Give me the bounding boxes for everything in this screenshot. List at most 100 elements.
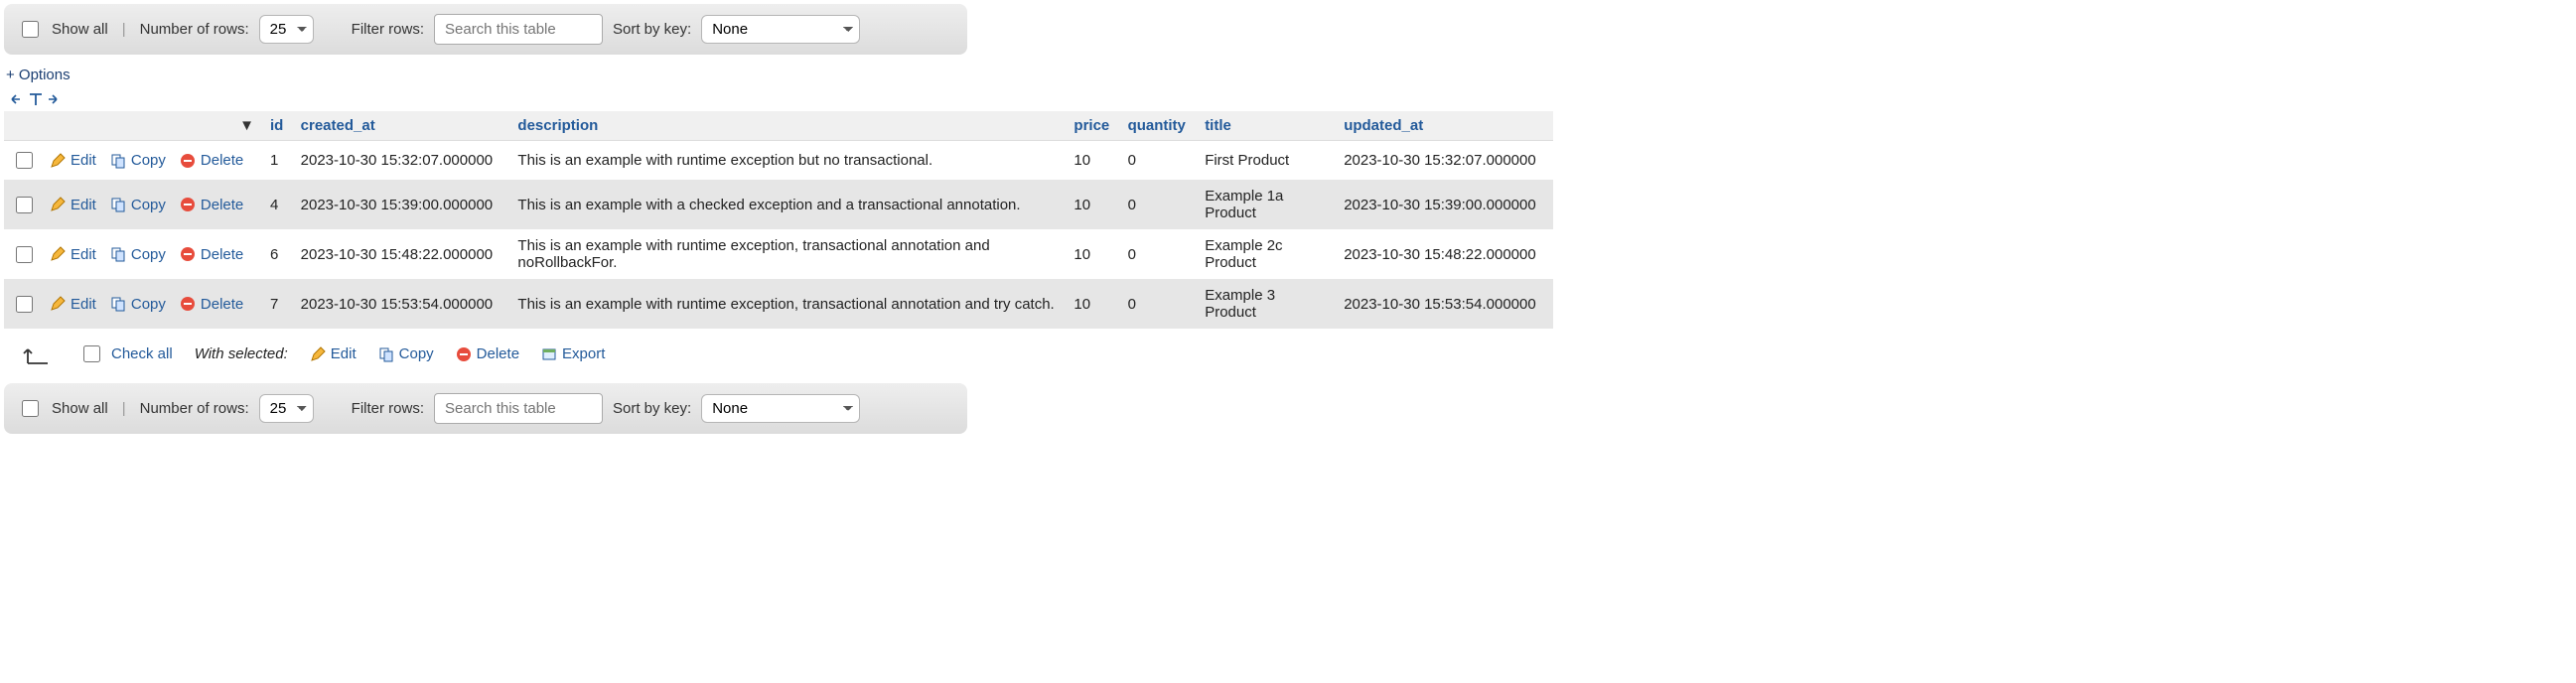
edit-button[interactable]: Edit (50, 296, 96, 313)
edit-button[interactable]: Edit (50, 246, 96, 263)
bulk-delete-button[interactable]: Delete (456, 345, 519, 362)
delete-label: Delete (201, 296, 243, 313)
copy-button[interactable]: Copy (110, 152, 166, 169)
options-toggle[interactable]: + Options (6, 67, 71, 83)
edit-button[interactable]: Edit (50, 197, 96, 213)
bulk-edit-label: Edit (331, 345, 357, 362)
separator: | (122, 21, 126, 38)
move-left-icon[interactable] (10, 91, 26, 107)
show-all-checkbox-bottom[interactable] (22, 400, 39, 417)
copy-button[interactable]: Copy (110, 197, 166, 213)
col-created-at[interactable]: created_at (293, 111, 510, 141)
table-row: Edit Copy Delete 12023-10-30 15:32:07.00000… (4, 141, 1553, 181)
top-toolbar: Show all | Number of rows: 25 Filter row… (4, 4, 967, 55)
sort-label-bottom: Sort by key: (613, 400, 691, 417)
delete-label: Delete (201, 197, 243, 213)
bulk-export-label: Export (562, 345, 605, 362)
cell-price: 10 (1066, 141, 1119, 181)
delete-button[interactable]: Delete (180, 197, 243, 213)
bulk-export-button[interactable]: Export (541, 345, 605, 362)
cell-created-at: 2023-10-30 15:32:07.000000 (293, 141, 510, 181)
cell-id: 6 (262, 229, 293, 279)
row-checkbox[interactable] (16, 197, 33, 213)
sort-label: Sort by key: (613, 21, 691, 38)
copy-label: Copy (131, 296, 166, 313)
pencil-icon (50, 296, 66, 312)
cell-id: 1 (262, 141, 293, 181)
rows-label-bottom: Number of rows: (140, 400, 249, 417)
delete-button[interactable]: Delete (180, 296, 243, 313)
copy-icon (110, 197, 126, 212)
filter-input-bottom[interactable] (434, 393, 603, 424)
pencil-icon (50, 153, 66, 169)
bottom-toolbar: Show all | Number of rows: 25 Filter row… (4, 383, 967, 434)
sort-select-bottom[interactable]: None (701, 394, 860, 423)
edit-label: Edit (71, 296, 96, 313)
export-icon (541, 346, 557, 362)
sort-indicator-icon[interactable]: ▼ (239, 117, 254, 134)
col-description[interactable]: description (509, 111, 1066, 141)
rows-label: Number of rows: (140, 21, 249, 38)
edit-label: Edit (71, 246, 96, 263)
cell-description: This is an example with a checked except… (509, 180, 1066, 229)
delete-icon (456, 346, 472, 362)
rows-select-bottom[interactable]: 25 (259, 394, 314, 423)
copy-icon (110, 296, 126, 312)
row-checkbox[interactable] (16, 246, 33, 263)
cell-quantity: 0 (1120, 180, 1198, 229)
copy-icon (378, 346, 394, 362)
edit-label: Edit (71, 152, 96, 169)
cell-title: Example 3 Product (1197, 279, 1336, 329)
bulk-edit-button[interactable]: Edit (310, 345, 357, 362)
table-header-row: ▼ id created_at description price quanti… (4, 111, 1553, 141)
cell-price: 10 (1066, 180, 1119, 229)
delete-icon (180, 246, 196, 262)
check-all-checkbox[interactable] (83, 345, 100, 362)
delete-button[interactable]: Delete (180, 152, 243, 169)
col-quantity[interactable]: quantity (1120, 111, 1198, 141)
t-icon[interactable] (28, 91, 44, 107)
sort-select-top[interactable]: None (701, 15, 860, 44)
filter-label: Filter rows: (352, 21, 424, 38)
col-title[interactable]: title (1197, 111, 1336, 141)
col-updated-at[interactable]: updated_at (1336, 111, 1553, 141)
rows-select-top[interactable]: 25 (259, 15, 314, 44)
delete-button[interactable]: Delete (180, 246, 243, 263)
check-all-link[interactable]: Check all (111, 345, 173, 362)
copy-label: Copy (131, 197, 166, 213)
cell-created-at: 2023-10-30 15:39:00.000000 (293, 180, 510, 229)
copy-icon (110, 246, 126, 262)
copy-button[interactable]: Copy (110, 296, 166, 313)
show-all-label: Show all (52, 21, 108, 38)
edit-label: Edit (71, 197, 96, 213)
table-row: EditCopyDelete62023-10-30 15:48:22.00000… (4, 229, 1553, 279)
cell-updated-at: 2023-10-30 15:48:22.000000 (1336, 229, 1553, 279)
select-arrow-icon (22, 343, 58, 365)
column-tools (4, 87, 2572, 111)
copy-button[interactable]: Copy (110, 246, 166, 263)
delete-icon (180, 153, 196, 169)
show-all-checkbox-top[interactable] (22, 21, 39, 38)
cell-quantity: 0 (1120, 141, 1198, 181)
col-id[interactable]: id (262, 111, 293, 141)
filter-input-top[interactable] (434, 14, 603, 45)
move-right-icon[interactable] (46, 91, 62, 107)
actions-header: ▼ (4, 111, 262, 141)
cell-title: Example 1a Product (1197, 180, 1336, 229)
pencil-icon (50, 197, 66, 212)
edit-button[interactable]: Edit (50, 152, 96, 169)
cell-created-at: 2023-10-30 15:48:22.000000 (293, 229, 510, 279)
bulk-copy-button[interactable]: Copy (378, 345, 434, 362)
row-checkbox[interactable] (16, 152, 33, 169)
col-price[interactable]: price (1066, 111, 1119, 141)
pencil-icon (50, 246, 66, 262)
delete-icon (180, 197, 196, 212)
row-checkbox[interactable] (16, 296, 33, 313)
pencil-icon (310, 346, 326, 362)
cell-title: First Product (1197, 141, 1336, 181)
table-row: EditCopyDelete42023-10-30 15:39:00.00000… (4, 180, 1553, 229)
cell-quantity: 0 (1120, 229, 1198, 279)
cell-id: 7 (262, 279, 293, 329)
delete-label: Delete (201, 246, 243, 263)
show-all-label-bottom: Show all (52, 400, 108, 417)
